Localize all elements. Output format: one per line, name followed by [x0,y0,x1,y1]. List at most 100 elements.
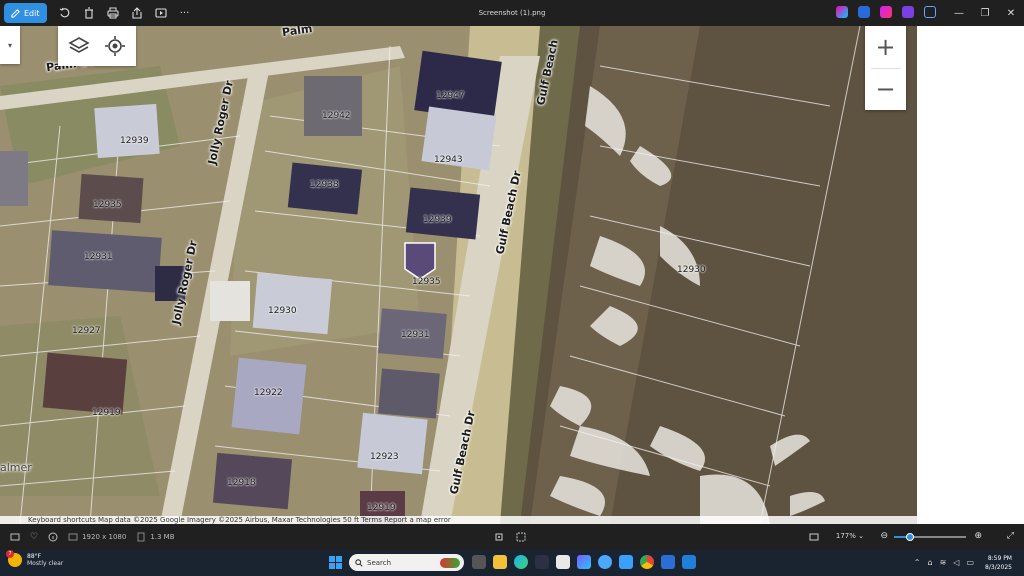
filmstrip-button[interactable] [10,532,20,542]
size-text: 1.3 MB [150,533,175,541]
create-icon[interactable] [902,6,914,18]
map-attribution: Keyboard shortcuts Map data ©2025 Google… [0,516,917,524]
weather-temp: 88°F [27,553,42,560]
zoom-out-button[interactable]: ⊖ [880,531,888,541]
dimensions-text: 1920 x 1080 [82,533,127,541]
house-label: 12927 [72,326,101,336]
close-button[interactable]: ✕ [998,0,1024,26]
edit-label: Edit [24,8,40,18]
zoom-controls: + − [865,26,906,110]
house-label: 12922 [254,388,283,398]
battery-icon[interactable]: ▭ [966,558,974,567]
house-label: 12943 [434,155,463,165]
chrome-icon[interactable] [640,555,654,569]
title-bar: Edit ··· Screenshot (1).png — ❐ ✕ [0,0,1024,26]
house-label: 12938 [310,180,339,190]
edit-icon [11,8,20,18]
clock-time: 8:59 PM [987,555,1012,562]
clock-date: 8/3/2025 [985,564,1012,571]
teams-icon[interactable] [598,555,612,569]
network-icon[interactable]: ⌂ [928,558,933,567]
house-label: 12918 [227,478,256,488]
weather-widget[interactable]: 7 88°F Mostly clear [6,550,64,567]
fit-button[interactable] [809,532,819,544]
street-label-palmer: almer [0,461,32,474]
copilot-icon[interactable] [836,6,848,18]
share-icon [131,7,142,19]
info-button[interactable] [48,532,58,542]
print-icon [106,7,119,19]
weather-icon: 7 [6,550,22,567]
app-icon-v[interactable] [535,555,549,569]
disk-icon [137,532,145,542]
map-menu-button[interactable]: ▾ [0,26,20,64]
chevron-up-icon[interactable]: ⌃ [914,558,921,567]
house-label: 12935 [412,277,441,287]
house-label: 12947 [436,91,465,101]
rotate-button[interactable] [53,3,77,23]
fit-icon [809,533,819,541]
map-zoom-in-button[interactable]: + [875,26,895,68]
store-icon[interactable] [556,555,570,569]
dimensions-info: 1920 x 1080 [68,532,126,542]
print-button[interactable] [101,3,125,23]
start-button[interactable] [329,556,342,569]
volume-icon[interactable]: ◁ [953,558,959,567]
file-explorer-icon[interactable] [493,555,507,569]
fullscreen-button[interactable]: ⤢ [1007,531,1014,541]
zoom-level-text: 177% [835,532,856,540]
image-whitespace [917,26,1024,524]
system-tray: ⌃ ⌂ ≋ ◁ ▭ [914,558,974,567]
house-label: 12935 [93,200,122,210]
my-location-icon[interactable] [104,35,126,57]
zoom-slider-thumb[interactable] [905,533,914,541]
heart-icon: ♡ [30,532,39,542]
edit-app-icon[interactable] [661,555,675,569]
search-highlight-icon [440,557,460,568]
house-label: 12919 [367,503,396,513]
slideshow-button[interactable] [149,3,173,23]
task-view-icon[interactable] [472,555,486,569]
info-icon [48,532,58,542]
zoom-in-button[interactable]: ⊕ [974,531,982,541]
visual-search-icon[interactable] [516,532,526,542]
taskbar-search[interactable]: Search [349,554,464,571]
favorite-button[interactable]: ♡ [30,532,38,542]
share-button[interactable] [125,3,149,23]
chevron-down-icon: ⌄ [858,532,864,540]
minimize-button[interactable]: — [946,0,972,26]
zoom-slider[interactable] [894,533,966,541]
search-icon [355,558,363,567]
image-icon [68,533,78,541]
map-zoom-out-button[interactable]: − [875,68,895,110]
house-label: 12919 [92,408,121,418]
notification-badge: 7 [6,550,14,558]
layers-icon[interactable] [68,35,90,57]
size-info: 1.3 MB [136,532,175,542]
house-label: 12942 [322,111,351,121]
zoom-level-dropdown[interactable]: 177% ⌄ [836,532,864,540]
clock[interactable]: 8:59 PM 8/3/2025 [985,554,1012,572]
weather-desc: Mostly clear [27,560,64,567]
security-icon[interactable] [619,555,633,569]
more-icon: ··· [179,7,190,19]
more-button[interactable]: ··· [173,3,197,23]
delete-button[interactable] [77,3,101,23]
house-label: 12930 [268,306,297,316]
screenshot-image: 12947 12942 12943 12939 12938 12939 1293… [0,26,917,524]
map-controls [58,26,136,66]
photos-icon[interactable] [682,555,696,569]
designer-icon[interactable] [858,6,870,18]
crop-icon[interactable] [494,532,504,542]
chevron-down-icon: ▾ [7,40,12,50]
house-label: 12939 [120,136,149,146]
edge-icon[interactable] [514,555,528,569]
maximize-button[interactable]: ❐ [972,0,998,26]
edit-button[interactable]: Edit [4,3,47,23]
cloud-off-icon[interactable] [924,6,936,18]
taskbar: 7 88°F Mostly clear Search ⌃ ⌂ ≋ ◁ ▭ 8:5… [0,550,1024,576]
clipchamp-icon[interactable] [880,6,892,18]
wifi-icon[interactable]: ≋ [940,558,947,567]
copilot-taskbar-icon[interactable] [577,555,591,569]
search-placeholder: Search [367,558,392,567]
